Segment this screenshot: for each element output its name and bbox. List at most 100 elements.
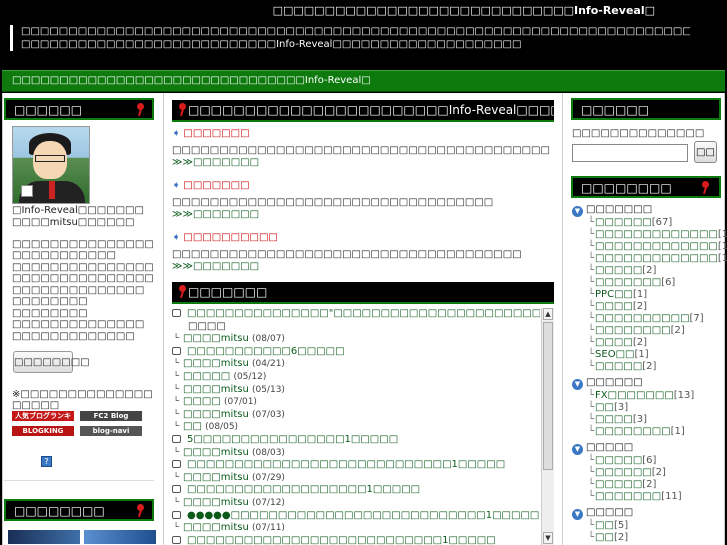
category-link[interactable]: □□□□□ — [595, 455, 642, 466]
category-link[interactable]: □□ — [595, 520, 614, 531]
comment-reply[interactable]: └ □□□□mitsu (07/12) — [172, 497, 540, 509]
category-item[interactable]: └□□□□□□□□□□□□□[10] — [588, 241, 727, 252]
comment-author[interactable]: □□□□mitsu — [183, 409, 249, 420]
collapse-icon[interactable]: ▼ — [572, 509, 583, 520]
category-link[interactable]: □□□□ — [595, 414, 633, 425]
category-link[interactable]: □□□□□□□□□□□□□ — [595, 241, 718, 252]
category-link[interactable]: □□□□□□□□□□□□□ — [595, 253, 718, 264]
scroll-up-icon[interactable]: ▲ — [543, 308, 553, 320]
category-item[interactable]: └□□□□□[2] — [588, 265, 656, 276]
comment-reply[interactable]: └ □□□□mitsu (07/11) — [172, 522, 540, 534]
category-item[interactable]: └□□□□□[6] — [588, 455, 656, 466]
ranking-banner[interactable]: BLOGKING — [12, 426, 74, 436]
scrollbar-thumb[interactable] — [543, 322, 553, 470]
category-item[interactable]: └□□[3] — [588, 402, 628, 413]
category-item[interactable]: └□□□□□[2] — [588, 479, 656, 490]
comment-link[interactable]: □□□□□□□□□□□□□□□□□□□□□□□□□□□1□□□□□ — [187, 535, 496, 545]
category-link[interactable]: □□□□□□□□ — [595, 426, 671, 437]
comment-reply[interactable]: └ □□□□mitsu (04/21) — [172, 358, 540, 370]
comment-author[interactable]: □□ — [183, 421, 202, 432]
profile-button[interactable]: □□□□□□□□ — [13, 351, 90, 373]
category-link[interactable]: □□□□□□□ — [595, 491, 661, 502]
comment-author[interactable]: □□□□mitsu — [183, 497, 249, 508]
category-item[interactable]: └□□[5] — [588, 520, 628, 531]
category-item[interactable]: └PPC□□[1] — [588, 289, 647, 300]
category-item[interactable]: └□□□□□□□□[1] — [588, 426, 685, 437]
comment-entry[interactable]: □□□□□□□□□□□6□□□□□ — [172, 346, 540, 358]
category-item[interactable]: └□□□□□□[67] — [588, 217, 672, 228]
comment-reply[interactable]: └ □□□□□ (05/12) — [172, 371, 540, 383]
category-link[interactable]: □□ — [595, 402, 614, 413]
category-link[interactable]: □□□□□□□ — [595, 277, 661, 288]
comment-author[interactable]: □□□□mitsu — [183, 358, 249, 369]
category-link[interactable]: □□□□□□□□ — [595, 325, 671, 336]
read-more-link[interactable]: ≫≫□□□□□□□ — [172, 209, 259, 220]
category-item[interactable]: └□□□□□□□[11] — [588, 491, 682, 502]
category-link[interactable]: □□□□□□ — [595, 467, 652, 478]
comment-entry[interactable]: 5□□□□□□□□□□□□□□□□1□□□□□ — [172, 434, 540, 446]
comment-author[interactable]: □□□□mitsu — [183, 522, 249, 533]
comment-reply[interactable]: □□□□ — [172, 321, 540, 333]
comment-entry[interactable]: □□□□□□□□□□□□□□□□□□□□□□□□□□□□1□□□□□ — [172, 459, 540, 471]
category-item[interactable]: └SEO□□[1] — [588, 349, 649, 360]
collapse-icon[interactable]: ▼ — [572, 444, 583, 455]
comment-link[interactable]: 5□□□□□□□□□□□□□□□□1□□□□□ — [187, 434, 398, 445]
comment-link[interactable]: □□□□□□□□□□□6□□□□□ — [187, 346, 345, 357]
category-link[interactable]: □□□□□ — [595, 479, 642, 490]
comment-author[interactable]: □□□□ — [183, 396, 221, 407]
comment-link[interactable]: □□□□□□□□□□□□□□□"□□□□□□□□□□□□□□□□□□□□□□□□… — [187, 308, 540, 319]
section-title[interactable]: ➧ □□□□□□□□□□ — [172, 232, 278, 243]
category-group[interactable]: ▼ □□□□□ — [572, 507, 633, 520]
thumbnail-image[interactable] — [8, 530, 80, 544]
category-link[interactable]: FX□□□□□□□ — [595, 390, 674, 401]
category-item[interactable]: └□□□□□□□□[2] — [588, 325, 685, 336]
blog-title-bar[interactable]: □□□□□□□□□□□□□□□□□□□□□□□□□□□□□□□Info-Reve… — [2, 70, 725, 92]
comment-author[interactable]: □□□□mitsu — [183, 447, 249, 458]
help-icon[interactable]: ? — [41, 456, 52, 467]
category-item[interactable]: └□□□□□[2] — [588, 361, 656, 372]
read-more-link[interactable]: ≫≫□□□□□□□ — [172, 261, 259, 272]
comment-author[interactable]: □□□□mitsu — [183, 384, 249, 395]
category-item[interactable]: └□□□□□□□[6] — [588, 277, 675, 288]
category-item[interactable]: └□□□□[3] — [588, 414, 647, 425]
category-group[interactable]: ▼ □□□□□□ — [572, 377, 643, 390]
comments-scrollbar[interactable]: ▲ ▼ — [541, 308, 554, 545]
comment-entry[interactable]: ●●●●●□□□□□□□□□□□□□□□□□□□□□□□□□□□1□□□□□ — [172, 510, 540, 522]
category-item[interactable]: └□□□□[2] — [588, 337, 647, 348]
category-link[interactable]: □□□□ — [595, 337, 633, 348]
comment-entry[interactable]: □□□□□□□□□□□□□□□□□□□1□□□□□ — [172, 484, 540, 496]
category-item[interactable]: └□□□□□□□□□□[7] — [588, 313, 704, 324]
comment-author[interactable]: □□□□□ — [183, 371, 230, 382]
scroll-down-icon[interactable]: ▼ — [543, 532, 553, 544]
ranking-banner[interactable]: blog-navi — [80, 426, 142, 436]
comment-reply[interactable]: └ □□□□mitsu (07/29) — [172, 472, 540, 484]
comment-reply[interactable]: └ □□□□mitsu (08/03) — [172, 447, 540, 459]
category-group[interactable]: ▼ □□□□□□□ — [572, 204, 652, 217]
category-group[interactable]: ▼ □□□□□ — [572, 442, 633, 455]
recent-comments-list[interactable]: □□□□□□□□□□□□□□□"□□□□□□□□□□□□□□□□□□□□□□ □□… — [172, 308, 554, 545]
comment-author[interactable]: □□□□mitsu — [183, 333, 249, 344]
category-link[interactable]: □□□□□□ — [595, 217, 652, 228]
comment-entry[interactable]: □□□□□□□□□□□□□□□□□□□□□□□□□□□1□□□□□ — [172, 535, 540, 545]
search-button[interactable]: □□ — [694, 141, 717, 163]
comment-reply[interactable]: └ □□□□mitsu (08/07) — [172, 333, 540, 345]
category-item[interactable]: └FX□□□□□□□[13] — [588, 390, 694, 401]
category-link[interactable]: □□□□□ — [595, 361, 642, 372]
category-link[interactable]: □□ — [595, 532, 614, 543]
section-title[interactable]: ➧ □□□□□□□ — [172, 180, 250, 191]
collapse-icon[interactable]: ▼ — [572, 206, 583, 217]
ranking-banner[interactable]: FC2 Blog Ranking — [80, 411, 142, 430]
category-item[interactable]: └□□□□□□□□□□□□□[13] — [588, 229, 727, 240]
read-more-link[interactable]: ≫≫□□□□□□□ — [172, 157, 259, 168]
category-link[interactable]: PPC□□ — [595, 289, 633, 300]
ranking-banner[interactable]: 人気ブログランキング — [12, 411, 74, 430]
collapse-icon[interactable]: ▼ — [572, 379, 583, 390]
category-item[interactable]: └□□□□[2] — [588, 301, 647, 312]
category-link[interactable]: □□□□ — [595, 301, 633, 312]
comment-link[interactable]: □□□□□□□□□□□□□□□□□□□1□□□□□ — [187, 484, 420, 495]
section-title[interactable]: ➧ □□□□□□□ — [172, 128, 250, 139]
category-link[interactable]: □□□□□□□□□□ — [595, 313, 689, 324]
comment-reply[interactable]: └ □□□□ (07/01) — [172, 396, 540, 408]
category-item[interactable]: └□□[2] — [588, 532, 628, 543]
category-item[interactable]: └□□□□□□[2] — [588, 467, 666, 478]
